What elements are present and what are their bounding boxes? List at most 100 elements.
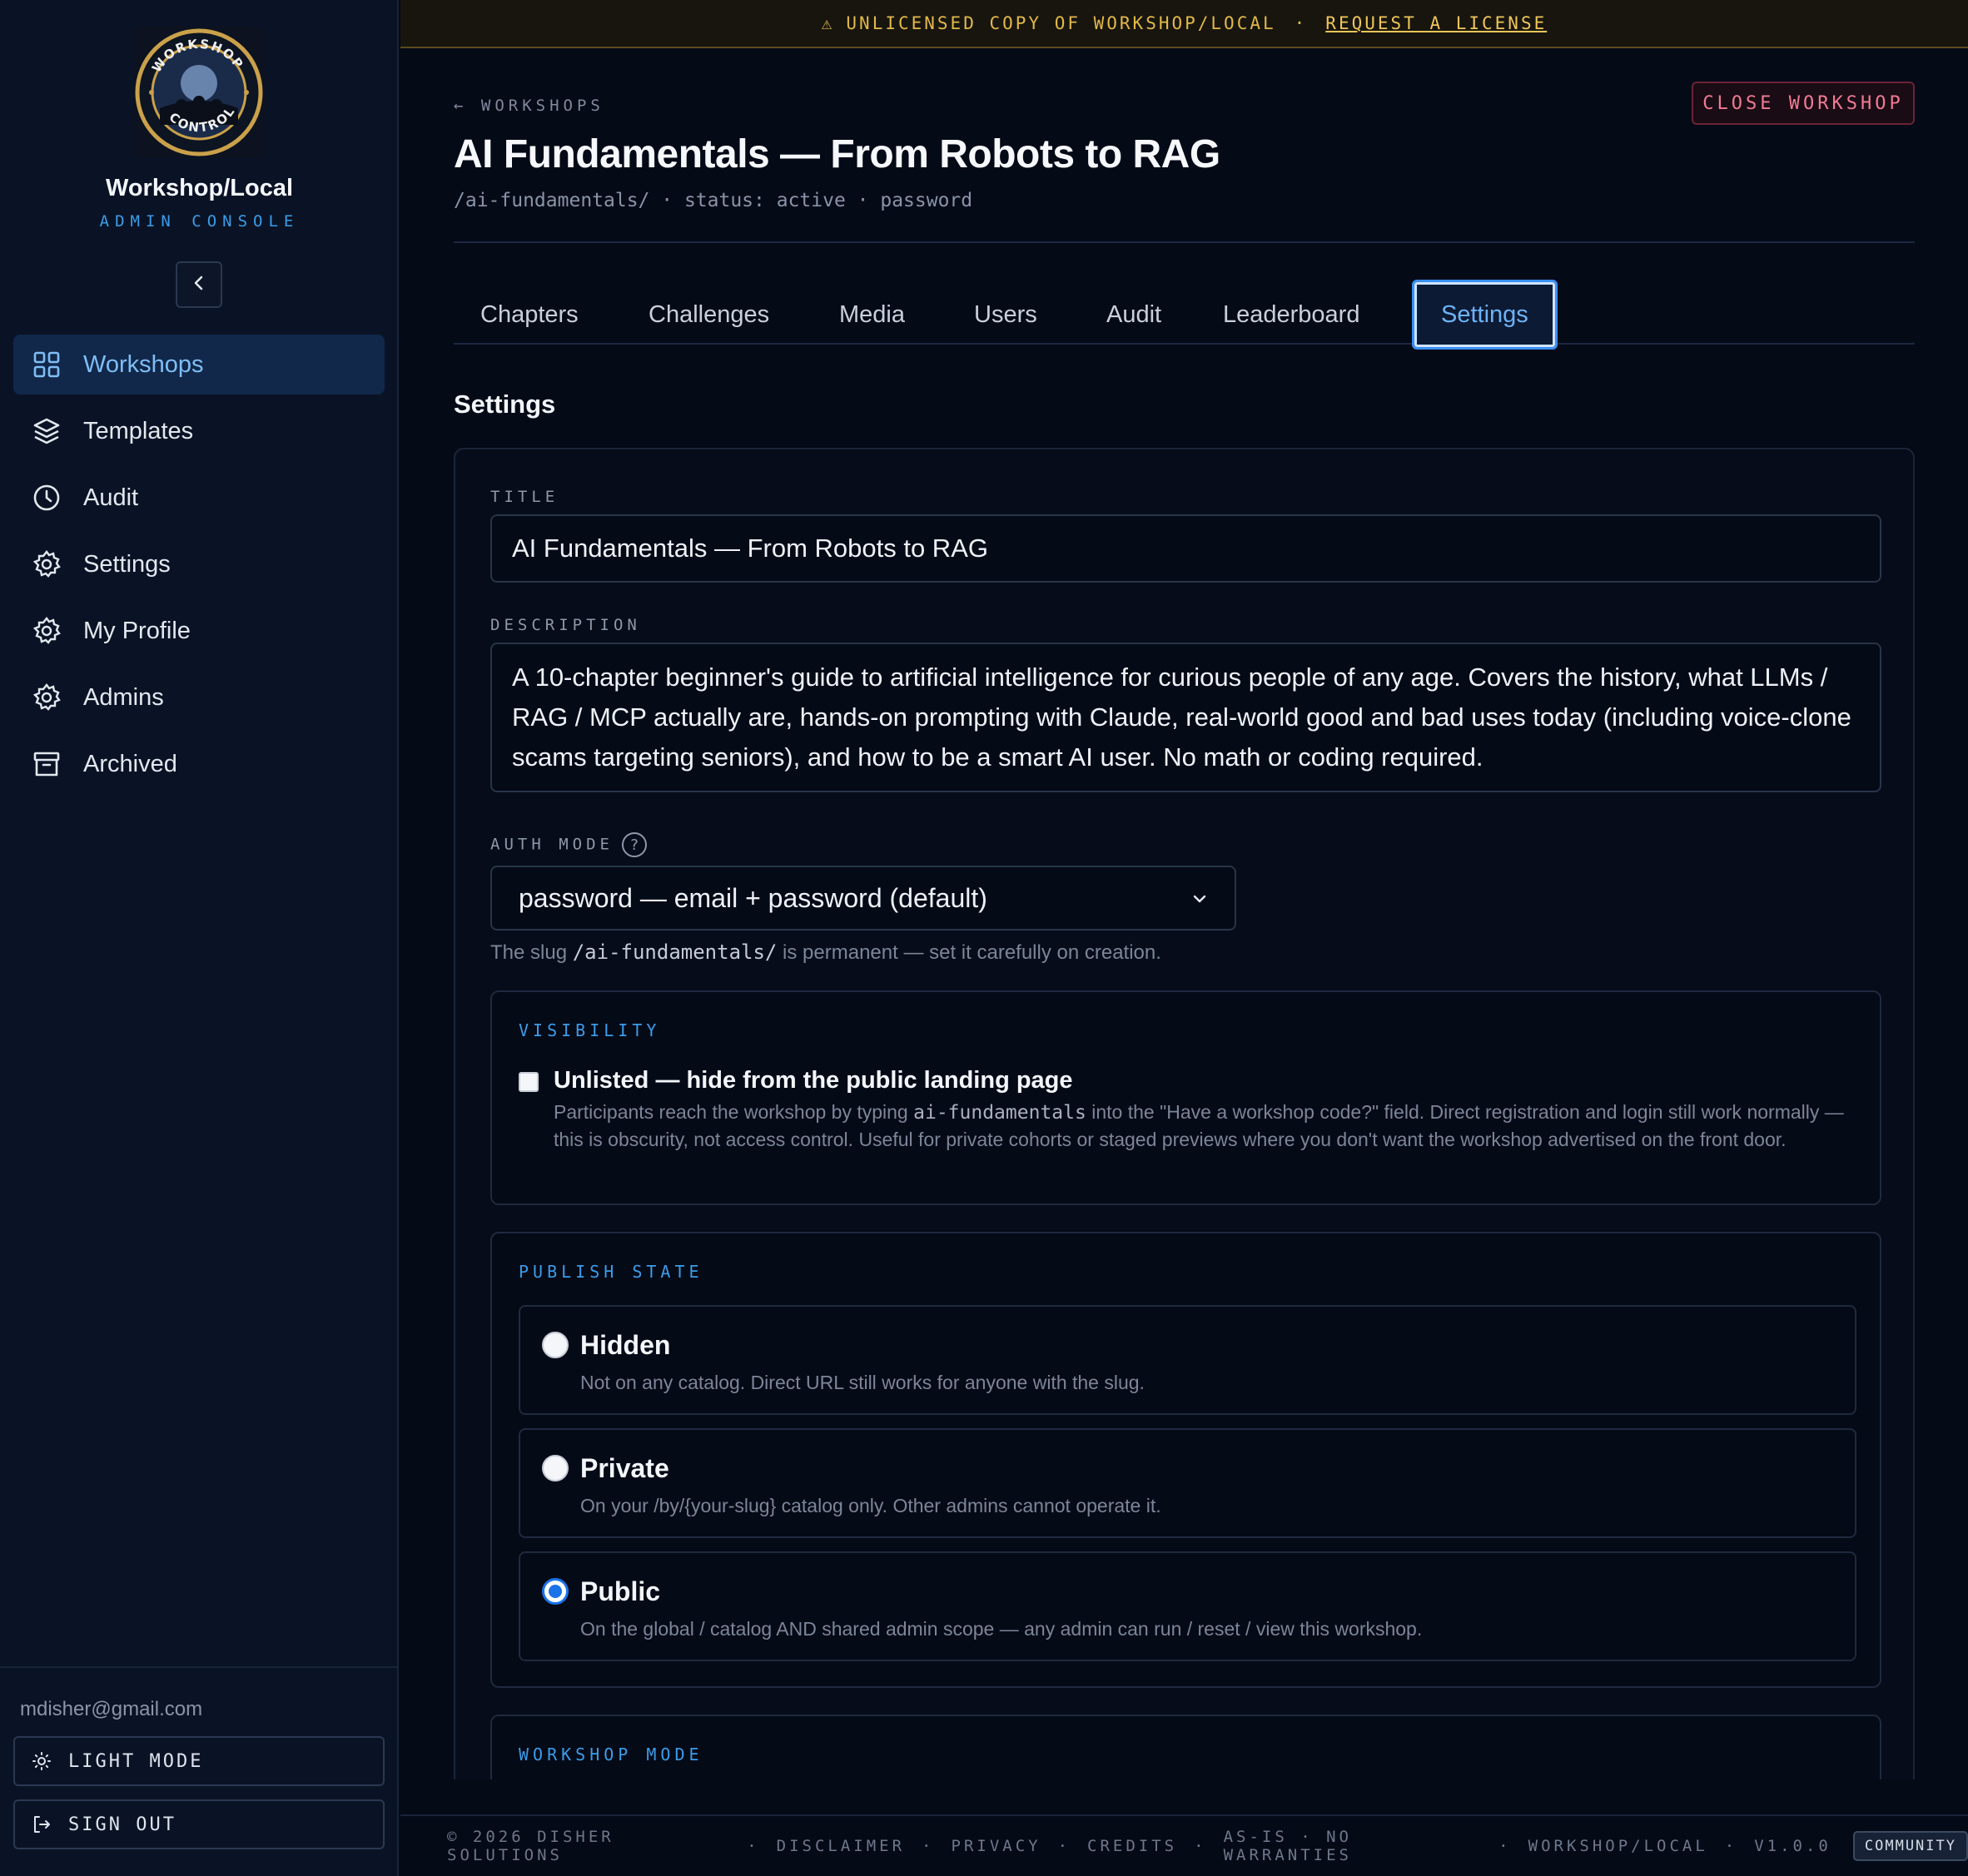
sidebar-item-templates[interactable]: Templates [13, 401, 385, 461]
description-label: DESCRIPTION [490, 616, 641, 634]
sidebar-item-label: Archived [83, 750, 177, 777]
archive-icon [32, 749, 62, 779]
banner-separator: · [1294, 13, 1308, 33]
workshop-code: ai-fundamentals [913, 1102, 1086, 1124]
footer-product: WORKSHOP/LOCAL [1528, 1837, 1708, 1855]
unlisted-desc-pre: Participants reach the workshop by typin… [554, 1101, 908, 1123]
slug-hint: The slug /ai-fundamentals/ is permanent … [490, 940, 1161, 965]
sidebar-item-admins[interactable]: Admins [13, 668, 385, 727]
workshop-mode-section: WORKSHOP MODE [490, 1715, 1881, 1779]
auth-mode-label-text: AUTH MODE [490, 835, 614, 854]
private-radio[interactable] [542, 1455, 569, 1481]
brand-name: Workshop/Local [105, 175, 294, 201]
publish-option-private[interactable]: Private On your /by/{your-slug} catalog … [519, 1428, 1856, 1538]
footer-link-credits[interactable]: CREDITS [1087, 1837, 1177, 1855]
visibility-title: VISIBILITY [519, 1020, 661, 1040]
workshop-mode-title: WORKSHOP MODE [519, 1744, 703, 1764]
auth-mode-value: password — email + password (default) [519, 882, 987, 913]
help-icon[interactable]: ? [621, 832, 647, 857]
sidebar-footer: mdisher@gmail.com LIGHT MODE SIGN OUT [0, 1666, 399, 1876]
title-input[interactable]: AI Fundamentals — From Robots to RAG [490, 514, 1881, 583]
slug-hint-pre: The slug [490, 941, 568, 964]
gear-icon [32, 682, 62, 712]
gear-icon [32, 616, 62, 646]
sidebar-item-label: Settings [83, 550, 171, 578]
public-description: On the global / catalog AND shared admin… [580, 1618, 1423, 1640]
footer-link-privacy[interactable]: PRIVACY [952, 1837, 1041, 1855]
settings-panel: TITLE AI Fundamentals — From Robots to R… [454, 448, 1915, 1779]
slug-code: /ai-fundamentals/ [572, 940, 778, 964]
title-label: TITLE [490, 488, 559, 506]
footer-separator: · [747, 1837, 760, 1855]
visibility-section: VISIBILITY Unlisted — hide from the publ… [490, 990, 1881, 1205]
publish-option-public[interactable]: Public On the global / catalog AND share… [519, 1551, 1856, 1661]
clock-icon [32, 483, 62, 513]
back-to-workshops-link[interactable]: ← WORKSHOPS [454, 97, 604, 115]
workshop-control-logo: WORKSHOP CONTROL [133, 27, 265, 158]
footer-separator: · [1057, 1837, 1071, 1855]
collapse-sidebar-button[interactable] [176, 261, 222, 308]
settings-heading: Settings [454, 390, 556, 419]
sun-icon [30, 1749, 53, 1773]
copyright: © 2026 DISHER SOLUTIONS [447, 1828, 614, 1864]
auth-mode-select[interactable]: password — email + password (default) [490, 866, 1236, 931]
tab-challenges[interactable]: Challenges [649, 281, 769, 348]
unlisted-description: Participants reach the workshop by typin… [554, 1099, 1852, 1153]
header-divider [454, 241, 1915, 243]
page-title: AI Fundamentals — From Robots to RAG [454, 132, 1220, 176]
description-textarea[interactable]: A 10-chapter beginner's guide to artific… [490, 643, 1881, 792]
gear-icon [32, 549, 62, 579]
chevron-down-icon [1191, 883, 1208, 914]
sidebar-item-settings[interactable]: Settings [13, 534, 385, 594]
hidden-radio[interactable] [542, 1332, 569, 1358]
footer-separator: · [1724, 1837, 1738, 1855]
page-footer: © 2026 DISHER SOLUTIONS · DISCLAIMER · P… [400, 1814, 1968, 1876]
unlisted-checkbox[interactable] [519, 1072, 539, 1092]
warning-icon: ⚠ [821, 13, 835, 33]
sidebar-item-workshops[interactable]: Workshops [13, 335, 385, 395]
sidebar-item-label: My Profile [83, 617, 191, 644]
tab-settings[interactable]: Settings [1412, 280, 1558, 350]
tab-media[interactable]: Media [839, 281, 905, 348]
edition-badge: COMMUNITY [1852, 1831, 1968, 1861]
main-content: ← WORKSHOPS CLOSE WORKSHOP AI Fundamenta… [400, 48, 1968, 1779]
sidebar-item-archived[interactable]: Archived [13, 734, 385, 794]
hidden-label: Hidden [580, 1330, 671, 1360]
sidebar-item-label: Templates [83, 417, 194, 444]
brand-subtitle: ADMIN CONSOLE [99, 212, 300, 231]
slug-hint-post: is permanent — set it carefully on creat… [783, 941, 1161, 964]
layers-icon [32, 416, 62, 446]
sidebar-nav: Workshops Templates Audit Settings My Pr… [13, 335, 385, 801]
banner-text: UNLICENSED COPY OF WORKSHOP/LOCAL [846, 13, 1276, 33]
private-label: Private [580, 1453, 669, 1483]
sign-out-icon [30, 1813, 53, 1836]
footer-separator: · [1498, 1837, 1512, 1855]
footer-link-as-is[interactable]: AS-IS · NO WARRANTIES [1224, 1828, 1483, 1864]
sign-out-button[interactable]: SIGN OUT [13, 1799, 385, 1849]
sign-out-label: SIGN OUT [68, 1814, 176, 1835]
tab-chapters[interactable]: Chapters [480, 281, 579, 348]
publish-option-hidden[interactable]: Hidden Not on any catalog. Direct URL st… [519, 1305, 1856, 1415]
light-mode-button[interactable]: LIGHT MODE [13, 1736, 385, 1786]
tab-leaderboard[interactable]: Leaderboard [1223, 281, 1359, 348]
unlisted-label[interactable]: Unlisted — hide from the public landing … [554, 1067, 1073, 1094]
sidebar: WORKSHOP CONTROL Workshop/Local ADMIN CO… [0, 0, 399, 1876]
publish-state-section: PUBLISH STATE Hidden Not on any catalog.… [490, 1232, 1881, 1688]
license-banner: ⚠ UNLICENSED COPY OF WORKSHOP/LOCAL · RE… [400, 0, 1968, 48]
footer-separator: · [1194, 1837, 1207, 1855]
sidebar-item-label: Workshops [83, 350, 204, 378]
private-description: On your /by/{your-slug} catalog only. Ot… [580, 1495, 1161, 1516]
tab-users[interactable]: Users [974, 281, 1037, 348]
close-workshop-button[interactable]: CLOSE WORKSHOP [1692, 82, 1915, 125]
sidebar-item-my-profile[interactable]: My Profile [13, 601, 385, 661]
user-email: mdisher@gmail.com [20, 1698, 203, 1720]
footer-separator: · [922, 1837, 935, 1855]
request-license-link[interactable]: REQUEST A LICENSE [1325, 13, 1547, 33]
sidebar-item-label: Audit [83, 484, 139, 511]
public-radio[interactable] [542, 1578, 569, 1605]
sidebar-item-audit[interactable]: Audit [13, 468, 385, 528]
chevron-left-icon [190, 274, 208, 296]
footer-link-disclaimer[interactable]: DISCLAIMER [777, 1837, 905, 1855]
sidebar-item-label: Admins [83, 683, 164, 711]
tab-audit[interactable]: Audit [1106, 281, 1161, 348]
